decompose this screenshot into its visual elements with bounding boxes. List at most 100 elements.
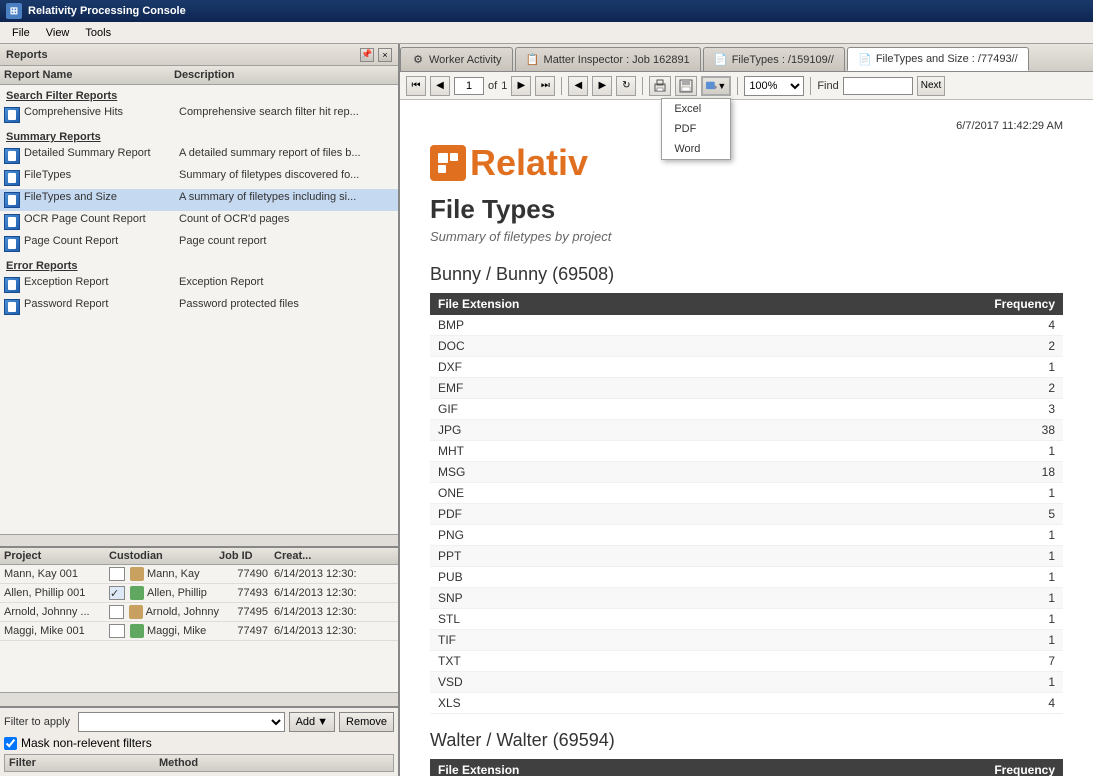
reports-scrollbar[interactable]	[0, 534, 398, 546]
table-row: VSD1	[430, 672, 1063, 693]
ext-cell: MHT	[430, 441, 784, 462]
tab-worker-activity[interactable]: ⚙ Worker Activity	[400, 47, 513, 71]
refresh-button[interactable]: ↻	[616, 76, 636, 96]
freq-cell: 1	[784, 483, 1063, 504]
job-checkbox[interactable]	[109, 624, 125, 638]
find-input[interactable]	[843, 77, 913, 95]
job-created: 6/14/2013 12:30:	[274, 625, 394, 637]
data-table-2: File Extension Frequency MSG23	[430, 759, 1063, 776]
back-button[interactable]: ◀	[568, 76, 588, 96]
report-name: Comprehensive Hits	[24, 106, 179, 118]
tab-filetypes[interactable]: 📄 FileTypes : /159109//	[703, 47, 845, 71]
save-button[interactable]	[675, 76, 697, 96]
list-item[interactable]: Exception Report Exception Report	[0, 274, 398, 296]
zoom-select[interactable]: 100% 75% 50% 125% 150%	[744, 76, 804, 96]
find-next-button[interactable]: Next	[917, 76, 946, 96]
logo-icon	[430, 145, 466, 181]
prev-page-button[interactable]: ◀	[430, 76, 450, 96]
menu-view[interactable]: View	[38, 25, 78, 41]
mask-checkbox[interactable]	[4, 737, 17, 750]
job-project: Mann, Kay 001	[4, 568, 109, 580]
next-page-button[interactable]: ▶	[511, 76, 531, 96]
list-item[interactable]: Comprehensive Hits Comprehensive search …	[0, 104, 398, 126]
job-created: 6/14/2013 12:30:	[274, 587, 394, 599]
menu-file[interactable]: File	[4, 25, 38, 41]
tab-filetypes-size[interactable]: 📄 FileTypes and Size : /77493//	[847, 47, 1029, 71]
export-button[interactable]: ▼	[701, 76, 731, 96]
reports-pin-btn[interactable]: 📌	[360, 48, 374, 62]
menu-tools[interactable]: Tools	[77, 25, 119, 41]
reports-close-btn[interactable]: ×	[378, 48, 392, 62]
report-icon	[4, 192, 20, 208]
print-button[interactable]	[649, 76, 671, 96]
table-row[interactable]: Arnold, Johnny ... Arnold, Johnny 77495 …	[0, 603, 398, 622]
list-item[interactable]: Page Count Report Page count report	[0, 233, 398, 255]
ext-cell: SNP	[430, 588, 784, 609]
list-item[interactable]: Detailed Summary Report A detailed summa…	[0, 145, 398, 167]
jobs-list: Mann, Kay 001 Mann, Kay 77490 6/14/2013 …	[0, 565, 398, 692]
mask-checkbox-row: Mask non-relevent filters	[4, 736, 394, 750]
job-checkbox[interactable]	[109, 567, 125, 581]
export-button-container: ▼ Excel PDF Word	[701, 76, 731, 96]
report-desc: Comprehensive search filter hit rep...	[179, 106, 394, 118]
freq-cell: 1	[784, 672, 1063, 693]
table-row: PNG1	[430, 525, 1063, 546]
last-page-button[interactable]: ⏭	[535, 76, 555, 96]
first-page-button[interactable]: ⏮	[406, 76, 426, 96]
ext-cell: GIF	[430, 399, 784, 420]
report-name: Detailed Summary Report	[24, 147, 179, 159]
freq-cell: 1	[784, 588, 1063, 609]
table-row: EMF2	[430, 378, 1063, 399]
job-id: 77493	[219, 587, 274, 599]
group-header-1: Bunny / Bunny (69508)	[430, 264, 1063, 285]
content-area[interactable]: 6/7/2017 11:42:29 AM Relativ File Types …	[400, 100, 1093, 776]
freq-cell: 4	[784, 693, 1063, 714]
jobs-hscrollbar[interactable]	[0, 692, 398, 706]
table-row: TIF1	[430, 630, 1063, 651]
tab-icon-filetypes: 📄	[714, 53, 728, 67]
export-word[interactable]: Word	[662, 139, 730, 159]
job-checkbox[interactable]: ✓	[109, 586, 125, 600]
page-number-input[interactable]	[454, 77, 484, 95]
reports-list: Search Filter Reports Comprehensive Hits…	[0, 85, 398, 534]
table-row: TXT7	[430, 651, 1063, 672]
export-pdf[interactable]: PDF	[662, 119, 730, 139]
tab-matter-inspector[interactable]: 📋 Matter Inspector : Job 162891	[515, 47, 701, 71]
add-filter-button[interactable]: Add ▼	[289, 712, 335, 732]
job-checkbox[interactable]	[109, 605, 124, 619]
filter-apply-row: Filter to apply Add ▼ Remove	[4, 712, 394, 732]
table-row[interactable]: Mann, Kay 001 Mann, Kay 77490 6/14/2013 …	[0, 565, 398, 584]
table-row[interactable]: Maggi, Mike 001 Maggi, Mike 77497 6/14/2…	[0, 622, 398, 641]
table-row: PDF5	[430, 504, 1063, 525]
forward-button[interactable]: ▶	[592, 76, 612, 96]
freq-cell: 7	[784, 651, 1063, 672]
print-icon	[653, 79, 667, 93]
total-pages: 1	[501, 80, 507, 92]
table-row[interactable]: Allen, Phillip 001 ✓ Allen, Phillip 7749…	[0, 584, 398, 603]
reports-header: Reports 📌 ×	[0, 44, 398, 66]
user-icon	[129, 605, 142, 619]
remove-filter-button[interactable]: Remove	[339, 712, 394, 732]
main-layout: Reports 📌 × Report Name Description Sear…	[0, 44, 1093, 776]
export-dropdown: Excel PDF Word	[661, 98, 731, 160]
job-project: Allen, Phillip 001	[4, 587, 109, 599]
save-icon	[679, 79, 693, 93]
filter-dropdown[interactable]	[78, 712, 285, 732]
freq-cell: 3	[784, 399, 1063, 420]
list-item[interactable]: FileTypes Summary of filetypes discovere…	[0, 167, 398, 189]
job-custodian: Maggi, Mike	[109, 624, 219, 638]
table-row: SNP1	[430, 588, 1063, 609]
list-item[interactable]: FileTypes and Size A summary of filetype…	[0, 189, 398, 211]
report-subtitle: Summary of filetypes by project	[430, 229, 1063, 244]
table-row: GIF3	[430, 399, 1063, 420]
list-item[interactable]: Password Report Password protected files	[0, 296, 398, 318]
freq-cell: 2	[784, 336, 1063, 357]
export-excel[interactable]: Excel	[662, 99, 730, 119]
mask-label: Mask non-relevent filters	[21, 736, 152, 750]
report-logo: Relativ	[430, 142, 1063, 184]
freq-cell: 2	[784, 378, 1063, 399]
user-icon	[130, 586, 144, 600]
list-item[interactable]: OCR Page Count Report Count of OCR'd pag…	[0, 211, 398, 233]
ext-cell: TIF	[430, 630, 784, 651]
find-label: Find	[817, 80, 838, 92]
